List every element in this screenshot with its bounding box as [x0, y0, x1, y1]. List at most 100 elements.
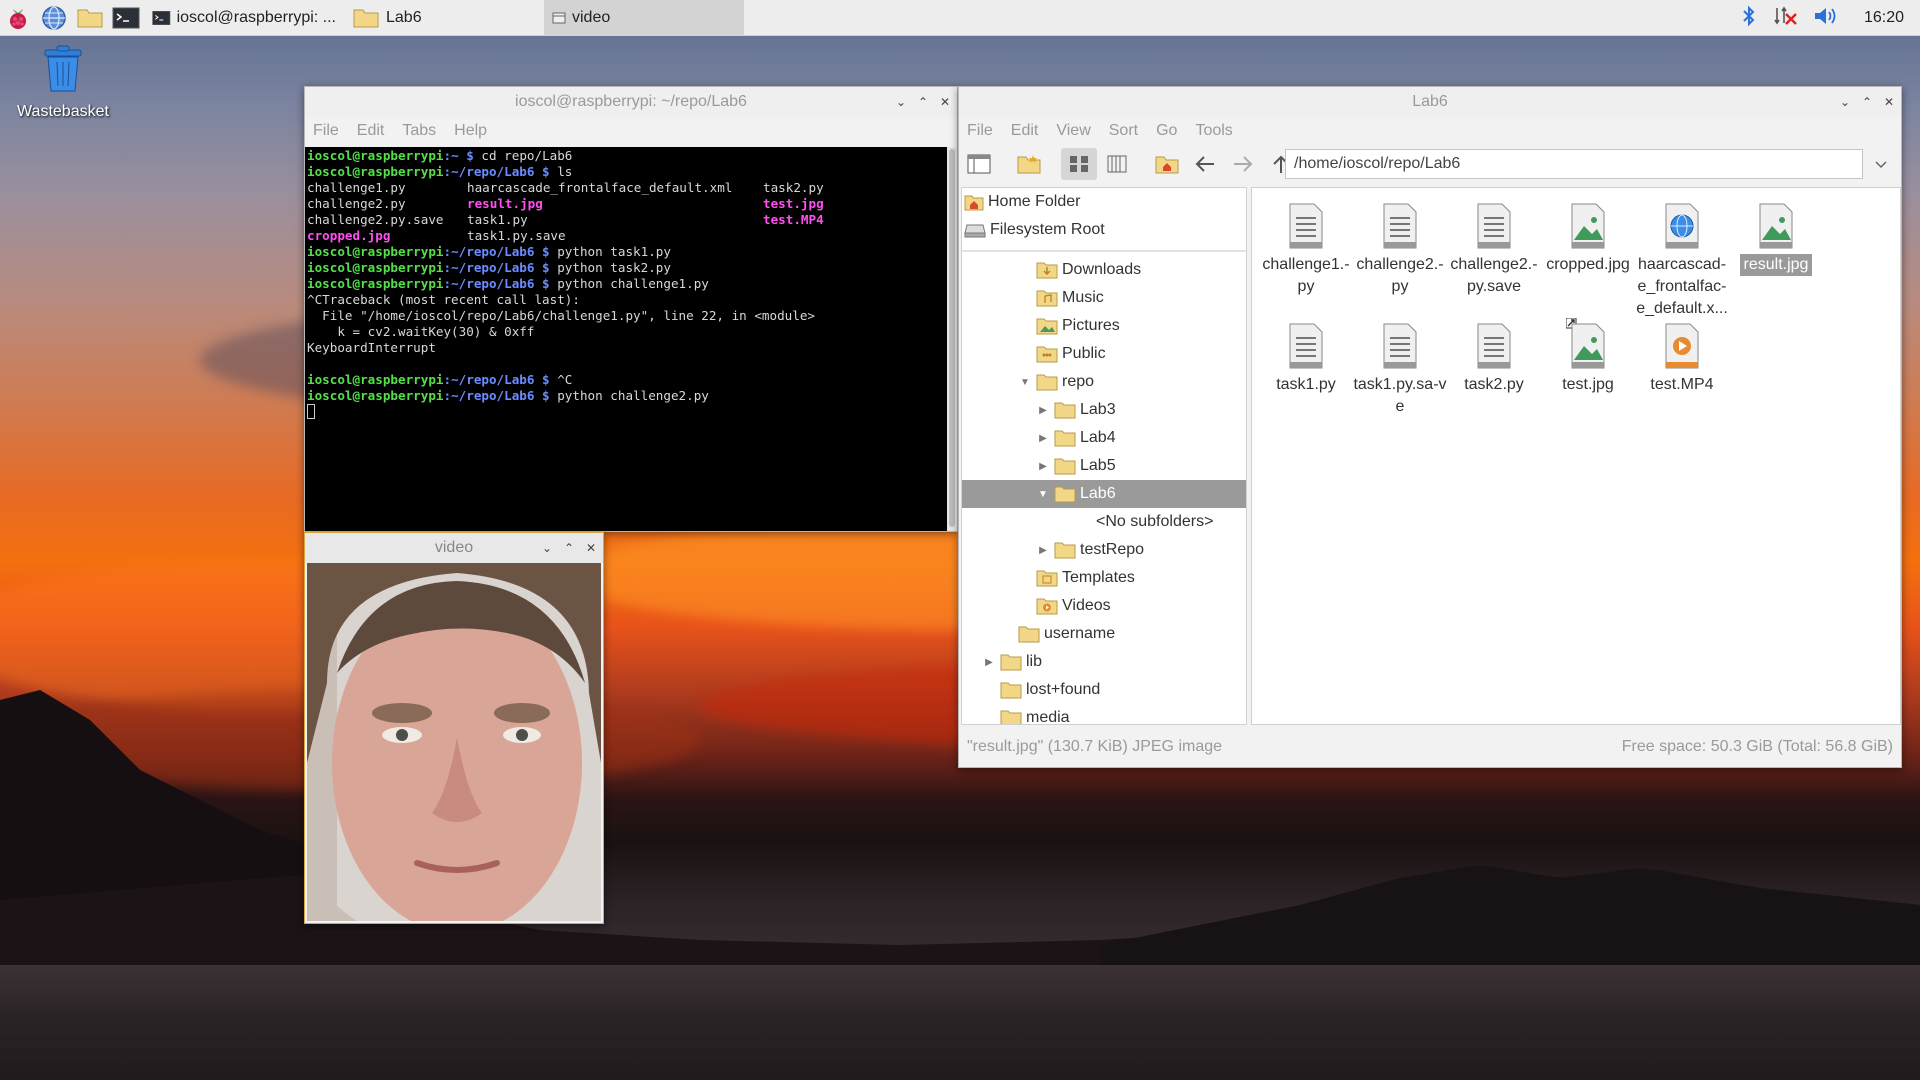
- collapsed-arrow-icon[interactable]: ▶: [1036, 405, 1050, 416]
- file-item[interactable]: haarcascad-e_frontalfac-e_default.x...: [1634, 192, 1730, 320]
- terminal-output[interactable]: ioscol@raspberrypi:~ $ cd repo/Lab6 iosco…: [305, 147, 949, 531]
- menu-tools[interactable]: Tools: [1195, 122, 1232, 140]
- file-manager-titlebar[interactable]: Lab6 ⌄ ⌃ ✕: [959, 87, 1901, 117]
- tree-item-lib[interactable]: ▶ lib: [982, 648, 1042, 676]
- taskbar-task-file-manager[interactable]: Lab6: [344, 0, 544, 36]
- tree-item-username[interactable]: username: [1018, 620, 1115, 648]
- file-name: task2.py: [1464, 376, 1524, 393]
- menu-file[interactable]: File: [967, 122, 993, 140]
- tree-item-pictures[interactable]: Pictures: [1036, 312, 1120, 340]
- traceback-line: File "/home/ioscol/repo/Lab6/challenge1.…: [307, 308, 815, 323]
- file-icon-view[interactable]: challenge1.-py challenge2.-py challenge2…: [1251, 187, 1901, 725]
- forward-button[interactable]: [1225, 148, 1261, 180]
- traceback-line: KeyboardInterrupt: [307, 340, 436, 355]
- free-space-info: Free space: 50.3 GiB (Total: 56.8 GiB): [1621, 738, 1893, 755]
- taskbar-task-label: Lab6: [386, 8, 422, 26]
- file-item[interactable]: task2.py: [1446, 312, 1542, 396]
- terminal-cursor: [307, 404, 315, 419]
- tree-item-downloads[interactable]: Downloads: [1036, 256, 1141, 284]
- folder-icon: [1000, 709, 1022, 724]
- file-item[interactable]: challenge2.-py: [1352, 192, 1448, 298]
- close-button[interactable]: ✕: [1883, 95, 1895, 109]
- list-view-button[interactable]: [1099, 148, 1135, 180]
- web-browser-icon[interactable]: [36, 0, 72, 36]
- tree-item-public[interactable]: Public: [1036, 340, 1106, 368]
- menu-file[interactable]: File: [313, 122, 339, 140]
- tree-item-lab3[interactable]: ▶ Lab3: [1036, 396, 1116, 424]
- wastebasket-label: Wastebasket: [17, 103, 109, 120]
- place-filesystem-root[interactable]: Filesystem Root: [964, 216, 1246, 244]
- address-history-dropdown[interactable]: [1867, 149, 1895, 179]
- collapsed-arrow-icon[interactable]: ▶: [1036, 433, 1050, 444]
- terminal-line: ioscol@raspberrypi:~/repo/Lab6 $ ls: [307, 164, 573, 179]
- terminal-launcher-icon[interactable]: [108, 0, 144, 36]
- raspberry-menu-icon[interactable]: [0, 0, 36, 36]
- file-item-selected[interactable]: result.jpg: [1728, 192, 1824, 276]
- menu-help[interactable]: Help: [454, 122, 487, 140]
- menu-edit[interactable]: Edit: [1011, 122, 1039, 140]
- file-manager-toolbar: /home/ioscol/repo/Lab6: [959, 145, 1901, 183]
- taskbar-task-video[interactable]: video: [544, 0, 744, 36]
- network-disconnected-icon[interactable]: [1772, 4, 1798, 33]
- tree-item-lab6[interactable]: ▼ Lab6: [962, 480, 1246, 508]
- collapsed-arrow-icon[interactable]: ▶: [1036, 545, 1050, 556]
- clock[interactable]: 16:20: [1864, 9, 1904, 27]
- close-button[interactable]: ✕: [585, 541, 597, 555]
- video-titlebar[interactable]: video ⌄ ⌃ ✕: [305, 533, 603, 563]
- menu-tabs[interactable]: Tabs: [402, 122, 436, 140]
- menu-edit[interactable]: Edit: [357, 122, 385, 140]
- folder-icon: [1054, 541, 1076, 559]
- tree-item-lost-found[interactable]: lost+found: [1000, 676, 1100, 704]
- wastebasket-desktop-icon[interactable]: Wastebasket: [10, 44, 116, 121]
- tree-item-media[interactable]: media: [1000, 704, 1070, 724]
- bluetooth-icon[interactable]: [1740, 4, 1758, 33]
- file-manager-launcher-icon[interactable]: [72, 0, 108, 36]
- file-name: task1.py.sa-ve: [1353, 376, 1447, 415]
- tree-item-videos[interactable]: Videos: [1036, 592, 1111, 620]
- back-button[interactable]: [1187, 148, 1223, 180]
- expanded-arrow-icon[interactable]: ▼: [1036, 489, 1050, 500]
- tree-item-repo[interactable]: ▼ repo: [1018, 368, 1094, 396]
- new-folder-button[interactable]: [1011, 148, 1047, 180]
- icon-view-button[interactable]: [1061, 148, 1097, 180]
- menu-go[interactable]: Go: [1156, 122, 1177, 140]
- place-home-folder[interactable]: Home Folder: [964, 188, 1246, 216]
- terminal-titlebar[interactable]: ioscol@raspberrypi: ~/repo/Lab6 ⌄ ⌃ ✕: [305, 87, 957, 117]
- menu-view[interactable]: View: [1056, 122, 1090, 140]
- file-item[interactable]: challenge2.-py.save: [1446, 192, 1542, 298]
- videos-folder-icon: [1036, 597, 1058, 615]
- minimize-button[interactable]: ⌄: [895, 95, 907, 109]
- new-window-button[interactable]: [961, 148, 997, 180]
- collapsed-arrow-icon[interactable]: ▶: [1036, 461, 1050, 472]
- tree-item-music[interactable]: Music: [1036, 284, 1104, 312]
- maximize-button[interactable]: ⌃: [1861, 95, 1873, 109]
- volume-icon[interactable]: [1812, 4, 1840, 33]
- file-item[interactable]: test.jpg: [1540, 312, 1636, 396]
- window-title: video: [434, 539, 474, 556]
- maximize-button[interactable]: ⌃: [917, 95, 929, 109]
- minimize-button[interactable]: ⌄: [1839, 95, 1851, 109]
- maximize-button[interactable]: ⌃: [563, 541, 575, 555]
- file-item[interactable]: task1.py: [1258, 312, 1354, 396]
- minimize-button[interactable]: ⌄: [541, 541, 553, 555]
- close-button[interactable]: ✕: [939, 95, 951, 109]
- traceback-line: ^CTraceback (most recent call last):: [307, 292, 580, 307]
- tree-item-lab4[interactable]: ▶ Lab4: [1036, 424, 1116, 452]
- terminal-scrollbar[interactable]: [947, 147, 957, 531]
- address-bar[interactable]: /home/ioscol/repo/Lab6: [1285, 149, 1863, 179]
- music-folder-icon: [1036, 289, 1058, 307]
- expanded-arrow-icon[interactable]: ▼: [1018, 377, 1032, 388]
- tree-item-lab5[interactable]: ▶ Lab5: [1036, 452, 1116, 480]
- file-item[interactable]: cropped.jpg: [1540, 192, 1636, 276]
- menu-sort[interactable]: Sort: [1109, 122, 1138, 140]
- home-button[interactable]: [1149, 148, 1185, 180]
- file-item[interactable]: task1.py.sa-ve: [1352, 312, 1448, 418]
- file-item[interactable]: challenge1.-py: [1258, 192, 1354, 298]
- file-item[interactable]: test.MP4: [1634, 312, 1730, 396]
- collapsed-arrow-icon[interactable]: ▶: [982, 657, 996, 668]
- tree-item-testrepo[interactable]: ▶ testRepo: [1036, 536, 1144, 564]
- taskbar-task-terminal[interactable]: ioscol@raspberrypi: ...: [144, 0, 344, 36]
- downloads-folder-icon: [1036, 261, 1058, 279]
- tree-item-templates[interactable]: Templates: [1036, 564, 1135, 592]
- folder-icon: [1054, 457, 1076, 475]
